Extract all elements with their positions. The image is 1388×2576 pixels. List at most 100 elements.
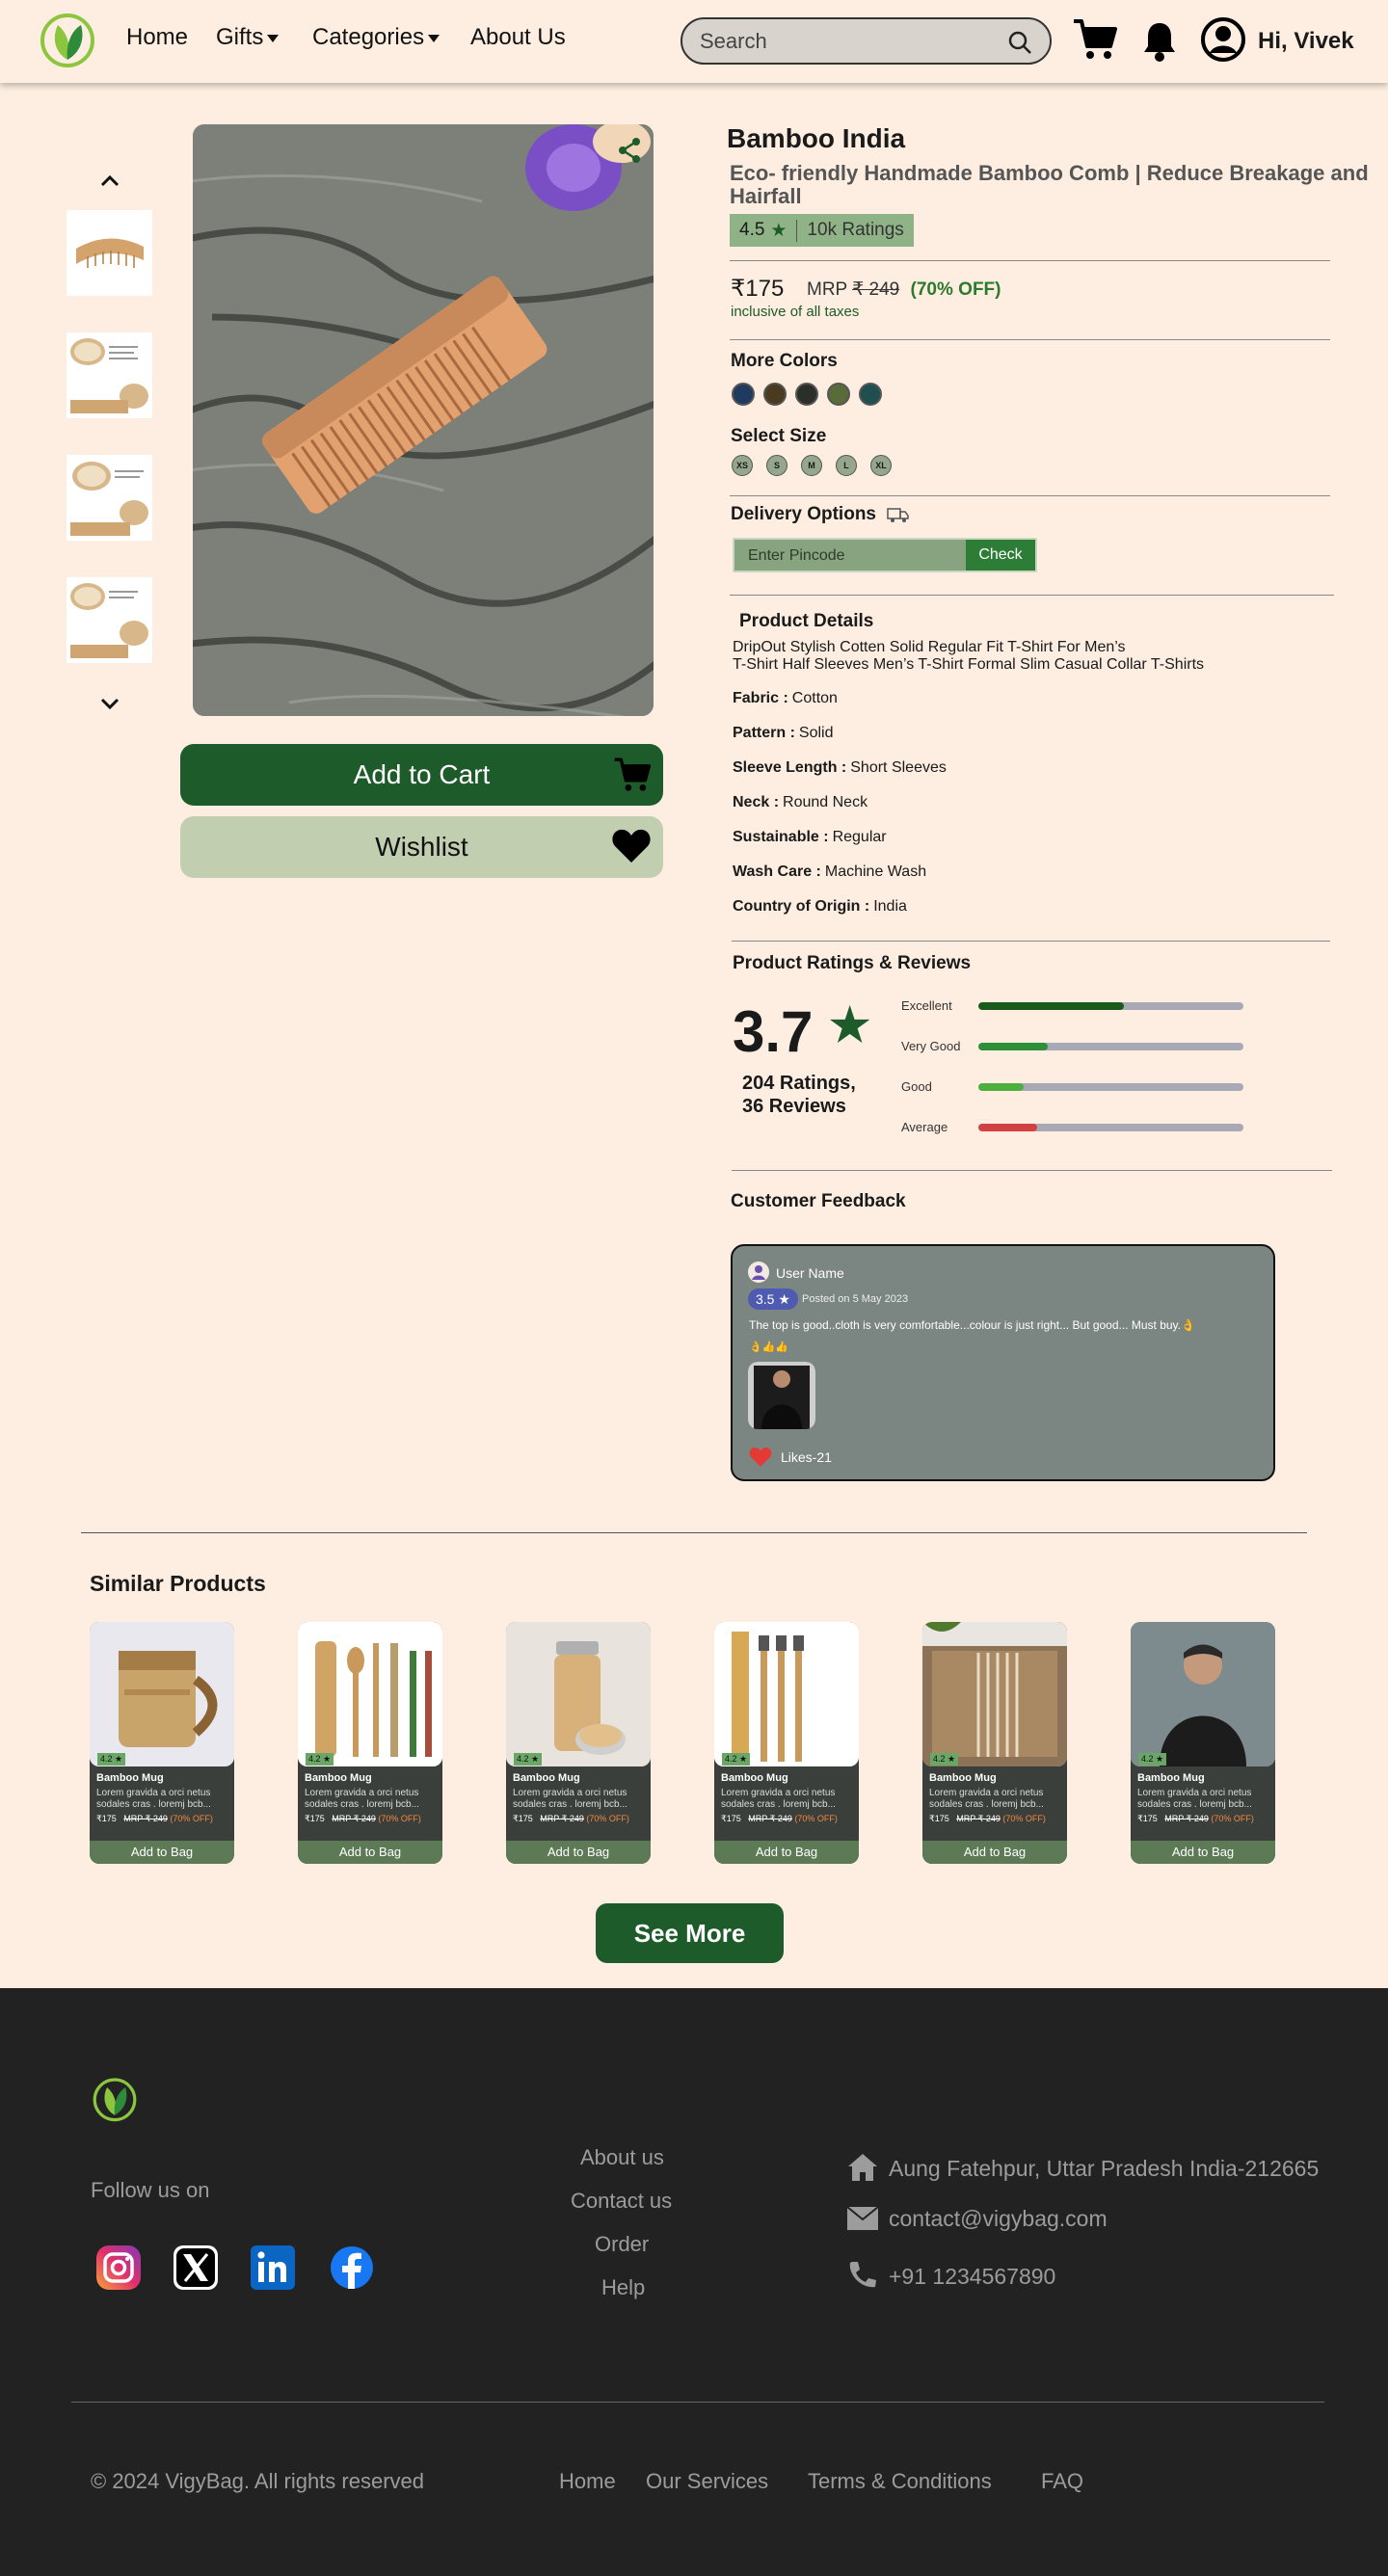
add-to-bag-button[interactable]: Add to Bag <box>714 1841 859 1864</box>
product-card[interactable]: 4.2 ★ Bamboo Mug Lorem gravida a orci netu… <box>922 1622 1067 1864</box>
product-price: ₹175 <box>731 276 785 302</box>
wishlist-button[interactable]: Wishlist <box>180 816 663 878</box>
footer-link-order[interactable]: Order <box>595 2232 649 2257</box>
section-divider <box>81 1532 1307 1533</box>
attribute-label: Country of Origin : <box>733 898 870 915</box>
color-swatch[interactable] <box>827 383 850 406</box>
add-to-cart-button[interactable]: Add to Cart <box>180 744 663 806</box>
color-swatch[interactable] <box>732 383 755 406</box>
product-card-rating: 4.2 ★ <box>306 1753 334 1766</box>
pincode-input[interactable] <box>748 545 960 567</box>
chevron-down-icon[interactable] <box>96 692 123 715</box>
footer-email[interactable]: contact@vigybag.com <box>889 2206 1108 2232</box>
mrp-label: MRP <box>807 279 847 300</box>
product-card-price-value: ₹175 <box>721 1814 741 1823</box>
x-twitter-icon[interactable] <box>172 2244 220 2292</box>
mrp-value: ₹ 249 <box>852 279 900 300</box>
rating-badge: 4.5 ★ 10k Ratings <box>730 214 914 247</box>
star-icon: ★ <box>829 1000 871 1051</box>
product-description: DripOut Stylish Cotten Solid Regular Fit… <box>733 639 1204 674</box>
thumbnail-3[interactable] <box>67 455 152 541</box>
search-input[interactable] <box>700 29 989 54</box>
footer-bottom-home[interactable]: Home <box>559 2469 616 2494</box>
check-pincode-button[interactable]: Check <box>966 540 1035 571</box>
user-avatar-icon[interactable] <box>1200 16 1246 63</box>
nav-about-link[interactable]: About Us <box>470 24 566 51</box>
add-to-bag-button[interactable]: Add to Bag <box>1131 1841 1275 1864</box>
product-card-image[interactable] <box>1131 1622 1275 1766</box>
search-icon[interactable] <box>1007 30 1032 55</box>
product-photo <box>298 1622 442 1766</box>
bell-icon[interactable] <box>1142 19 1177 64</box>
divider <box>730 260 1330 261</box>
attribute-row: Country of Origin : India <box>733 898 907 916</box>
product-card[interactable]: 4.2 ★ Bamboo Mug Lorem gravida a orci netu… <box>714 1622 859 1864</box>
footer-bottom-faq[interactable]: FAQ <box>1041 2469 1083 2494</box>
share-icon[interactable] <box>615 136 644 165</box>
attribute-row: Neck : Round Neck <box>733 794 868 811</box>
discount-label: (70% OFF) <box>910 279 1001 300</box>
chevron-up-icon[interactable] <box>96 170 123 193</box>
product-card-image[interactable] <box>714 1622 859 1766</box>
attribute-row: Fabric : Cotton <box>733 690 838 707</box>
product-card[interactable]: 4.2 ★ Bamboo Mug Lorem gravida a orci netu… <box>506 1622 651 1864</box>
product-card[interactable]: 4.2 ★ Bamboo Mug Lorem gravida a orci netu… <box>90 1622 234 1864</box>
add-to-bag-button[interactable]: Add to Bag <box>298 1841 442 1864</box>
product-card-description: Lorem gravida a orci netus sodales cras … <box>513 1788 627 1810</box>
thumbnail-1[interactable] <box>67 210 152 296</box>
footer-link-help[interactable]: Help <box>601 2275 645 2300</box>
footer-link-about[interactable]: About us <box>580 2145 664 2170</box>
product-card[interactable]: 4.2 ★ Bamboo Mug Lorem gravida a orci netu… <box>1131 1622 1275 1864</box>
footer-bottom-services[interactable]: Our Services <box>646 2469 768 2494</box>
thumbnail-4[interactable] <box>67 577 152 663</box>
review-card: User Name 3.5 ★ Posted on 5 May 2023 The… <box>731 1244 1275 1481</box>
product-card-image[interactable] <box>506 1622 651 1766</box>
size-option-s[interactable]: S <box>766 455 787 476</box>
product-title: Eco- friendly Handmade Bamboo Comb | Red… <box>730 161 1369 208</box>
attribute-value: Regular <box>832 829 887 845</box>
color-swatch[interactable] <box>795 383 818 406</box>
size-option-m[interactable]: M <box>801 455 822 476</box>
thumbnail-2[interactable] <box>67 332 152 418</box>
product-card-image[interactable] <box>922 1622 1067 1766</box>
nav-home-link[interactable]: Home <box>126 24 188 51</box>
product-card-mrp: MRP ₹ 249 <box>748 1814 792 1823</box>
size-option-xs[interactable]: XS <box>732 455 753 476</box>
footer-bottom-terms[interactable]: Terms & Conditions <box>808 2469 992 2494</box>
product-card-image[interactable] <box>298 1622 442 1766</box>
product-card-name: Bamboo Mug <box>929 1772 997 1784</box>
facebook-icon[interactable] <box>328 2244 376 2292</box>
color-swatch[interactable] <box>763 383 787 406</box>
add-to-bag-button[interactable]: Add to Bag <box>90 1841 234 1864</box>
nav-gifts-dropdown[interactable]: Gifts <box>216 24 280 51</box>
truck-icon <box>887 508 910 522</box>
rating-bar-label: Very Good <box>901 1039 961 1053</box>
cart-icon[interactable] <box>1072 17 1118 62</box>
nav-categories-dropdown[interactable]: Categories <box>312 24 440 51</box>
product-card[interactable]: 4.2 ★ Bamboo Mug Lorem gravida a orci netu… <box>298 1622 442 1864</box>
tax-note: inclusive of all taxes <box>731 304 860 320</box>
vigybag-logo[interactable] <box>39 10 96 69</box>
product-card-image[interactable] <box>90 1622 234 1766</box>
heart-icon[interactable] <box>748 1447 773 1468</box>
divider <box>730 595 1334 596</box>
color-swatch[interactable] <box>859 383 882 406</box>
add-to-bag-button[interactable]: Add to Bag <box>506 1841 651 1864</box>
footer-phone[interactable]: +91 1234567890 <box>889 2264 1055 2290</box>
attribute-value: Round Neck <box>783 794 868 810</box>
vigybag-logo[interactable] <box>92 2075 138 2123</box>
review-photo[interactable] <box>748 1362 815 1429</box>
feedback-title: Customer Feedback <box>731 1191 906 1211</box>
nav-categories-label: Categories <box>312 24 425 50</box>
similar-products-title: Similar Products <box>90 1571 266 1596</box>
size-option-xl[interactable]: XL <box>870 455 892 476</box>
instagram-icon[interactable] <box>94 2244 143 2292</box>
linkedin-icon[interactable] <box>249 2244 297 2292</box>
rating-bar-fill <box>978 1002 1125 1010</box>
see-more-button[interactable]: See More <box>596 1903 784 1963</box>
footer-link-contact[interactable]: Contact us <box>571 2189 672 2214</box>
user-greeting[interactable]: Hi, Vivek <box>1258 28 1354 55</box>
attribute-label: Sleeve Length : <box>733 759 847 776</box>
size-option-l[interactable]: L <box>836 455 857 476</box>
add-to-bag-button[interactable]: Add to Bag <box>922 1841 1067 1864</box>
